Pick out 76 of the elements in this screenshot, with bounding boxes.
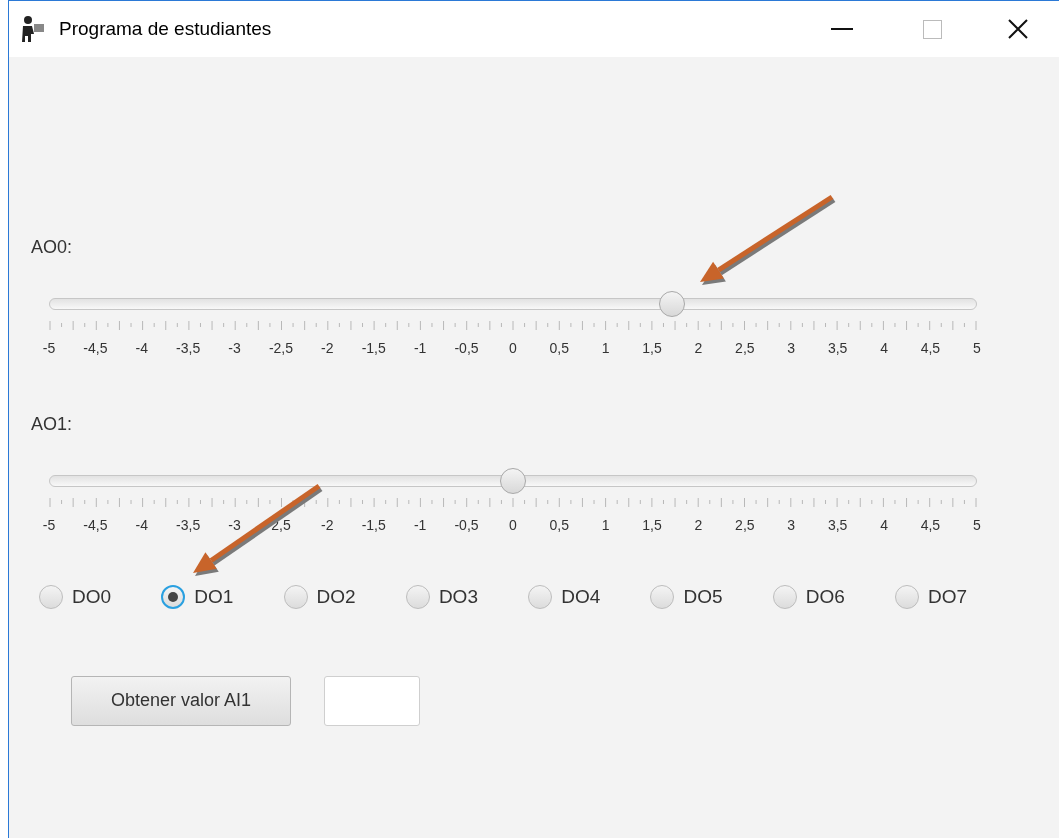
tick-label: 4,5 bbox=[920, 518, 941, 532]
radio-button[interactable] bbox=[528, 585, 553, 610]
tick-label: 4 bbox=[880, 341, 888, 355]
slider-thumb[interactable] bbox=[659, 291, 686, 317]
tick-label: -1 bbox=[413, 341, 427, 355]
tick-label: 3,5 bbox=[827, 341, 848, 355]
radio-label: DO6 bbox=[805, 585, 845, 609]
tick-label: -0,5 bbox=[454, 518, 479, 532]
tick-label: 0 bbox=[509, 518, 517, 532]
slider-label: AO1: bbox=[31, 415, 74, 433]
radio-option[interactable]: DO1 bbox=[161, 583, 284, 612]
tick-label: 0,5 bbox=[549, 518, 569, 532]
radio-button[interactable] bbox=[405, 585, 430, 610]
radio-label: DO1 bbox=[194, 585, 234, 609]
tick-label: 3,5 bbox=[827, 518, 848, 532]
tick-label: -2 bbox=[321, 341, 334, 355]
tick-label: 2,5 bbox=[735, 341, 755, 355]
radio-option[interactable]: DO7 bbox=[895, 583, 1018, 612]
tick-label: -4,5 bbox=[83, 518, 108, 532]
value-field[interactable] bbox=[324, 675, 420, 726]
tick-label: -1,5 bbox=[361, 518, 386, 532]
tick-label: 0 bbox=[509, 341, 517, 355]
radio-option[interactable]: DO3 bbox=[405, 583, 529, 612]
tick-label: 2,5 bbox=[735, 518, 755, 532]
radio-button[interactable] bbox=[772, 585, 797, 610]
tick-label: 3 bbox=[787, 518, 796, 532]
tick-label: 4 bbox=[880, 518, 888, 532]
close-icon bbox=[1008, 19, 1028, 39]
radio-button[interactable] bbox=[161, 585, 186, 610]
tick-label: -2,5 bbox=[268, 341, 293, 355]
tick-label: -0,5 bbox=[454, 341, 479, 355]
radio-button[interactable] bbox=[895, 585, 920, 610]
radio-button[interactable] bbox=[650, 585, 675, 610]
tick-label: 3 bbox=[787, 341, 796, 355]
tick-label: 4,5 bbox=[920, 341, 941, 355]
tick-label: 2 bbox=[694, 341, 703, 355]
student-icon bbox=[19, 15, 47, 43]
tick-label: -5 bbox=[42, 341, 56, 355]
radio-label: DO3 bbox=[438, 585, 478, 609]
radio-label: DO4 bbox=[561, 585, 601, 609]
radio-option[interactable]: DO4 bbox=[528, 583, 651, 612]
radio-label: DO5 bbox=[683, 585, 723, 609]
radio-label: DO0 bbox=[72, 585, 112, 609]
tick-label: -3,5 bbox=[176, 341, 201, 355]
tick-label: 5 bbox=[972, 341, 981, 355]
tick-label: 1 bbox=[601, 341, 610, 355]
radio-option[interactable]: DO6 bbox=[772, 583, 896, 612]
tick-label: -3 bbox=[228, 341, 241, 355]
slider-thumb[interactable] bbox=[500, 468, 526, 494]
tick-label: 1,5 bbox=[642, 341, 662, 355]
tick-label: -5 bbox=[42, 518, 56, 532]
tick-label: 1 bbox=[601, 518, 610, 532]
radio-label: DO7 bbox=[928, 585, 968, 609]
slider-label: AO0: bbox=[31, 238, 74, 256]
tick-label: -3,5 bbox=[176, 518, 201, 532]
radio-button[interactable] bbox=[283, 585, 308, 610]
tick-label: 0,5 bbox=[549, 341, 569, 355]
tick-label: 2 bbox=[694, 518, 703, 532]
radio-label: DO2 bbox=[316, 585, 356, 609]
tick-label: -1,5 bbox=[361, 341, 386, 355]
radio-option[interactable]: DO5 bbox=[650, 583, 773, 612]
tick-label: -1 bbox=[413, 518, 427, 532]
minimize-icon bbox=[831, 28, 853, 30]
radio-button[interactable] bbox=[39, 585, 63, 610]
window-title: Programa de estudiantes bbox=[59, 16, 272, 41]
tick-label: -2 bbox=[321, 518, 334, 532]
tick-label: -4 bbox=[135, 518, 148, 532]
tick-label: -4 bbox=[135, 341, 148, 355]
tick-label: -4,5 bbox=[83, 341, 108, 355]
tick-label: 5 bbox=[972, 518, 981, 532]
get-value-button[interactable]: Obtener valor AI1 bbox=[71, 675, 291, 726]
tick-label: 1,5 bbox=[642, 518, 662, 532]
maximize-icon bbox=[922, 19, 942, 39]
tick-label: -3 bbox=[228, 518, 241, 532]
radio-option[interactable]: DO0 bbox=[39, 583, 162, 612]
radio-option[interactable]: DO2 bbox=[283, 583, 406, 612]
